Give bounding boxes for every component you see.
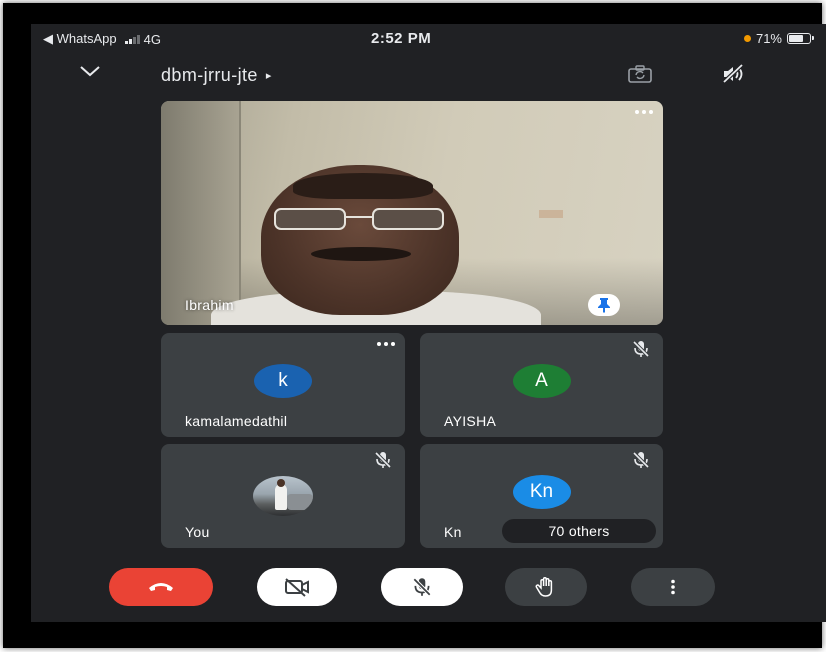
participant-name: Kn — [444, 524, 462, 540]
microphone-toggle-button[interactable] — [381, 568, 463, 606]
participant-tile[interactable]: A AYISHA — [420, 333, 663, 437]
avatar: Kn — [512, 475, 571, 509]
avatar: k — [254, 364, 312, 398]
signal-icon — [124, 34, 140, 44]
video-person-hair — [293, 173, 433, 199]
photo-person — [275, 484, 287, 510]
video-person-moustache — [311, 247, 411, 261]
collapse-chevron-down-icon[interactable] — [79, 64, 101, 83]
mic-off-icon — [412, 577, 432, 597]
participant-tile[interactable]: Kn Kn 70 others — [420, 444, 663, 548]
status-left: ◀ WhatsApp 4G — [43, 31, 161, 47]
mic-off-icon — [631, 339, 651, 364]
photo-person-head — [277, 479, 285, 487]
avatar — [253, 476, 313, 516]
battery-percent: 71% — [755, 31, 782, 46]
network-type: 4G — [143, 31, 161, 47]
participant-name: Ibrahim — [185, 297, 234, 313]
meet-call-screen: ◀ WhatsApp 4G 2:52 PM 71% dbm-jrru-jte ▸ — [31, 24, 826, 622]
video-wall-edge — [239, 101, 241, 325]
battery-fill — [789, 35, 804, 42]
main-participant-tile[interactable]: Ibrahim — [161, 101, 663, 325]
mic-in-use-dot-icon — [743, 35, 751, 42]
more-options-icon[interactable] — [635, 110, 653, 114]
status-right: 71% — [743, 31, 814, 46]
more-options-icon[interactable] — [377, 342, 395, 346]
mic-off-icon — [373, 450, 393, 475]
meeting-code[interactable]: dbm-jrru-jte ▸ — [161, 65, 272, 86]
switch-camera-icon[interactable] — [627, 64, 653, 89]
video-person-glasses — [274, 208, 444, 230]
self-tile[interactable]: You — [161, 444, 405, 548]
camera-toggle-button[interactable] — [257, 568, 337, 606]
hang-up-icon — [149, 583, 173, 591]
meeting-code-text: dbm-jrru-jte — [161, 65, 258, 85]
raise-hand-icon — [535, 577, 553, 597]
meeting-details-arrow-icon: ▸ — [265, 70, 272, 82]
back-to-app-link[interactable]: ◀ WhatsApp — [43, 31, 117, 47]
others-count-badge[interactable]: 70 others — [502, 519, 656, 543]
photo-car — [287, 494, 313, 510]
participant-tile[interactable]: k kamalamedathil — [161, 333, 405, 437]
raise-hand-button[interactable] — [505, 568, 587, 606]
more-vertical-icon — [671, 579, 675, 595]
video-wall-object — [539, 210, 563, 218]
pin-icon[interactable] — [588, 294, 620, 316]
end-call-button[interactable] — [109, 568, 213, 606]
mic-off-icon — [631, 450, 651, 475]
participant-name: AYISHA — [444, 413, 497, 429]
speaker-off-icon[interactable] — [721, 63, 745, 90]
participant-video — [161, 101, 663, 325]
battery-icon — [787, 33, 814, 44]
call-header: dbm-jrru-jte ▸ — [31, 60, 826, 90]
participant-name: You — [185, 524, 210, 540]
status-bar: ◀ WhatsApp 4G 2:52 PM 71% — [31, 24, 826, 52]
participant-name: kamalamedathil — [185, 413, 288, 429]
status-time: 2:52 PM — [371, 30, 432, 47]
more-options-button[interactable] — [631, 568, 715, 606]
video-wall-shadow — [161, 101, 239, 325]
avatar: A — [512, 364, 571, 398]
camera-off-icon — [285, 578, 309, 597]
